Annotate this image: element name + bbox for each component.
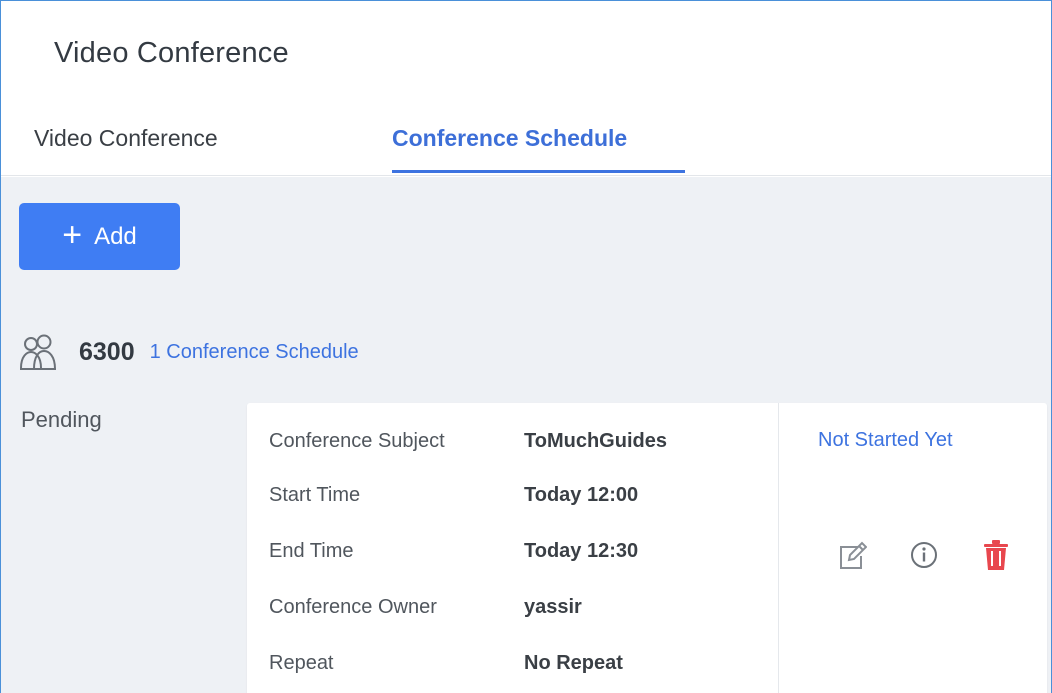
card-divider <box>778 403 779 693</box>
page-title: Video Conference <box>54 37 289 69</box>
add-button[interactable]: + Add <box>19 203 180 270</box>
field-label: Conference Owner <box>269 595 437 618</box>
schedule-actions <box>837 538 1011 572</box>
field-start-time: Start Time Today 12:00 <box>269 480 638 510</box>
delete-icon[interactable] <box>981 538 1011 572</box>
schedule-status[interactable]: Not Started Yet <box>818 429 953 452</box>
field-repeat: Repeat No Repeat <box>269 648 623 678</box>
conference-schedule-link[interactable]: 1 Conference Schedule <box>150 341 359 364</box>
schedule-card: Conference Subject ToMuchGuides Start Ti… <box>247 403 1047 693</box>
field-value: ToMuchGuides <box>524 429 667 452</box>
tab-video-conference[interactable]: Video Conference <box>34 125 218 176</box>
info-icon[interactable] <box>909 538 939 572</box>
edit-icon[interactable] <box>837 538 867 572</box>
field-value: yassir <box>524 595 582 618</box>
pending-label: Pending <box>21 407 102 432</box>
video-conference-panel: Video Conference Video Conference Confer… <box>0 0 1052 693</box>
schedule-content: + Add 6300 1 Conference Schedule Pending… <box>1 177 1051 693</box>
people-icon <box>20 334 56 370</box>
field-value: No Repeat <box>524 651 623 674</box>
active-tab-indicator <box>392 170 685 173</box>
field-label: Conference Subject <box>269 429 445 452</box>
field-label: Start Time <box>269 483 361 506</box>
conference-number: 6300 <box>79 337 135 366</box>
tab-conference-schedule[interactable]: Conference Schedule <box>392 125 627 176</box>
field-label: End Time <box>269 539 354 562</box>
field-conference-subject: Conference Subject ToMuchGuides <box>269 426 667 456</box>
field-end-time: End Time Today 12:30 <box>269 536 638 566</box>
field-label: Repeat <box>269 651 334 674</box>
plus-icon: + <box>62 216 83 254</box>
field-conference-owner: Conference Owner yassir <box>269 592 582 622</box>
field-value: Today 12:30 <box>524 539 639 562</box>
conference-room-row: 6300 1 Conference Schedule <box>19 332 359 372</box>
add-button-label: Add <box>94 222 137 250</box>
page-header: Video Conference Video Conference Confer… <box>1 1 1051 176</box>
field-value: Today 12:00 <box>524 483 639 506</box>
